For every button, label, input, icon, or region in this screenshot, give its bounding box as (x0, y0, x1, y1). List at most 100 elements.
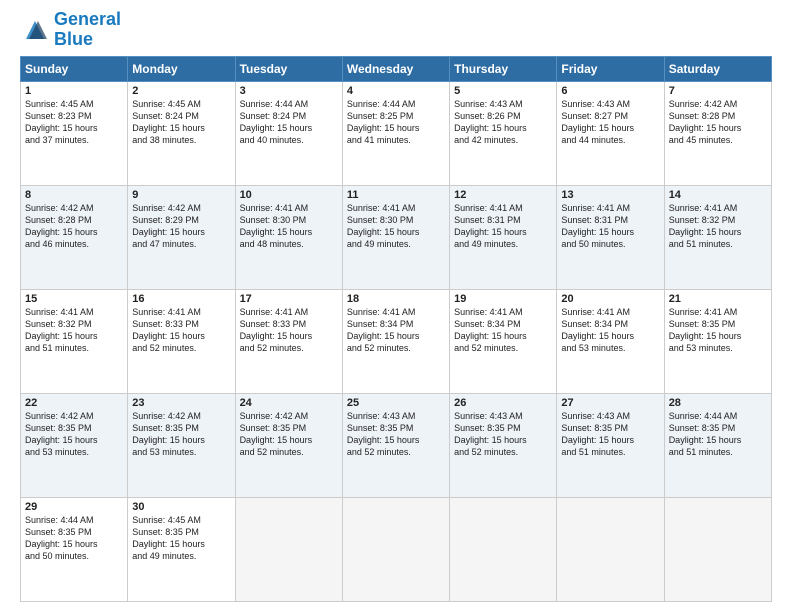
calendar-day-cell: 26Sunrise: 4:43 AM Sunset: 8:35 PM Dayli… (450, 393, 557, 497)
day-number: 1 (25, 85, 123, 97)
day-number: 14 (669, 189, 767, 201)
calendar-week-row: 1Sunrise: 4:45 AM Sunset: 8:23 PM Daylig… (21, 81, 772, 185)
calendar-day-cell (450, 497, 557, 601)
calendar-day-cell: 30Sunrise: 4:45 AM Sunset: 8:35 PM Dayli… (128, 497, 235, 601)
calendar-day-cell: 4Sunrise: 4:44 AM Sunset: 8:25 PM Daylig… (342, 81, 449, 185)
calendar-day-cell: 29Sunrise: 4:44 AM Sunset: 8:35 PM Dayli… (21, 497, 128, 601)
day-number: 6 (561, 85, 659, 97)
calendar-day-cell (342, 497, 449, 601)
day-info: Sunrise: 4:43 AM Sunset: 8:26 PM Dayligh… (454, 98, 552, 147)
day-info: Sunrise: 4:45 AM Sunset: 8:23 PM Dayligh… (25, 98, 123, 147)
day-info: Sunrise: 4:43 AM Sunset: 8:35 PM Dayligh… (347, 410, 445, 459)
day-info: Sunrise: 4:41 AM Sunset: 8:33 PM Dayligh… (132, 306, 230, 355)
calendar-day-header: Sunday (21, 56, 128, 81)
calendar-day-cell: 28Sunrise: 4:44 AM Sunset: 8:35 PM Dayli… (664, 393, 771, 497)
day-info: Sunrise: 4:41 AM Sunset: 8:32 PM Dayligh… (669, 202, 767, 251)
day-info: Sunrise: 4:43 AM Sunset: 8:27 PM Dayligh… (561, 98, 659, 147)
day-number: 22 (25, 397, 123, 409)
day-number: 17 (240, 293, 338, 305)
day-number: 9 (132, 189, 230, 201)
calendar-day-header: Wednesday (342, 56, 449, 81)
calendar-day-cell: 12Sunrise: 4:41 AM Sunset: 8:31 PM Dayli… (450, 185, 557, 289)
calendar-day-cell: 10Sunrise: 4:41 AM Sunset: 8:30 PM Dayli… (235, 185, 342, 289)
day-info: Sunrise: 4:41 AM Sunset: 8:35 PM Dayligh… (669, 306, 767, 355)
day-info: Sunrise: 4:44 AM Sunset: 8:35 PM Dayligh… (25, 514, 123, 563)
day-number: 3 (240, 85, 338, 97)
calendar-day-cell (664, 497, 771, 601)
calendar-day-cell: 9Sunrise: 4:42 AM Sunset: 8:29 PM Daylig… (128, 185, 235, 289)
day-info: Sunrise: 4:44 AM Sunset: 8:24 PM Dayligh… (240, 98, 338, 147)
day-number: 28 (669, 397, 767, 409)
calendar-day-cell: 24Sunrise: 4:42 AM Sunset: 8:35 PM Dayli… (235, 393, 342, 497)
calendar-week-row: 29Sunrise: 4:44 AM Sunset: 8:35 PM Dayli… (21, 497, 772, 601)
day-info: Sunrise: 4:42 AM Sunset: 8:35 PM Dayligh… (25, 410, 123, 459)
day-number: 26 (454, 397, 552, 409)
calendar-day-cell (235, 497, 342, 601)
calendar-day-cell: 13Sunrise: 4:41 AM Sunset: 8:31 PM Dayli… (557, 185, 664, 289)
calendar-day-cell: 23Sunrise: 4:42 AM Sunset: 8:35 PM Dayli… (128, 393, 235, 497)
calendar-day-header: Saturday (664, 56, 771, 81)
calendar-week-row: 22Sunrise: 4:42 AM Sunset: 8:35 PM Dayli… (21, 393, 772, 497)
day-number: 29 (25, 501, 123, 513)
page-header: GeneralBlue (20, 10, 772, 50)
calendar-day-cell: 14Sunrise: 4:41 AM Sunset: 8:32 PM Dayli… (664, 185, 771, 289)
calendar-day-cell: 7Sunrise: 4:42 AM Sunset: 8:28 PM Daylig… (664, 81, 771, 185)
calendar-day-cell: 8Sunrise: 4:42 AM Sunset: 8:28 PM Daylig… (21, 185, 128, 289)
calendar-day-cell: 11Sunrise: 4:41 AM Sunset: 8:30 PM Dayli… (342, 185, 449, 289)
day-number: 2 (132, 85, 230, 97)
calendar-table: SundayMondayTuesdayWednesdayThursdayFrid… (20, 56, 772, 602)
day-info: Sunrise: 4:45 AM Sunset: 8:35 PM Dayligh… (132, 514, 230, 563)
day-info: Sunrise: 4:41 AM Sunset: 8:33 PM Dayligh… (240, 306, 338, 355)
calendar-day-header: Thursday (450, 56, 557, 81)
day-info: Sunrise: 4:41 AM Sunset: 8:31 PM Dayligh… (454, 202, 552, 251)
day-number: 8 (25, 189, 123, 201)
day-info: Sunrise: 4:41 AM Sunset: 8:30 PM Dayligh… (347, 202, 445, 251)
calendar-day-header: Tuesday (235, 56, 342, 81)
day-info: Sunrise: 4:41 AM Sunset: 8:31 PM Dayligh… (561, 202, 659, 251)
day-info: Sunrise: 4:42 AM Sunset: 8:29 PM Dayligh… (132, 202, 230, 251)
day-number: 11 (347, 189, 445, 201)
calendar-day-cell: 15Sunrise: 4:41 AM Sunset: 8:32 PM Dayli… (21, 289, 128, 393)
day-number: 5 (454, 85, 552, 97)
day-info: Sunrise: 4:41 AM Sunset: 8:30 PM Dayligh… (240, 202, 338, 251)
day-number: 4 (347, 85, 445, 97)
day-info: Sunrise: 4:45 AM Sunset: 8:24 PM Dayligh… (132, 98, 230, 147)
day-info: Sunrise: 4:41 AM Sunset: 8:34 PM Dayligh… (454, 306, 552, 355)
calendar-day-cell: 21Sunrise: 4:41 AM Sunset: 8:35 PM Dayli… (664, 289, 771, 393)
day-number: 19 (454, 293, 552, 305)
day-info: Sunrise: 4:41 AM Sunset: 8:32 PM Dayligh… (25, 306, 123, 355)
calendar-day-cell: 2Sunrise: 4:45 AM Sunset: 8:24 PM Daylig… (128, 81, 235, 185)
calendar-day-cell: 1Sunrise: 4:45 AM Sunset: 8:23 PM Daylig… (21, 81, 128, 185)
calendar-day-cell: 6Sunrise: 4:43 AM Sunset: 8:27 PM Daylig… (557, 81, 664, 185)
day-number: 12 (454, 189, 552, 201)
day-info: Sunrise: 4:42 AM Sunset: 8:35 PM Dayligh… (132, 410, 230, 459)
day-number: 21 (669, 293, 767, 305)
calendar-day-cell: 19Sunrise: 4:41 AM Sunset: 8:34 PM Dayli… (450, 289, 557, 393)
calendar-day-cell: 5Sunrise: 4:43 AM Sunset: 8:26 PM Daylig… (450, 81, 557, 185)
day-info: Sunrise: 4:42 AM Sunset: 8:28 PM Dayligh… (669, 98, 767, 147)
day-number: 16 (132, 293, 230, 305)
calendar-header-row: SundayMondayTuesdayWednesdayThursdayFrid… (21, 56, 772, 81)
day-number: 7 (669, 85, 767, 97)
calendar-day-cell: 20Sunrise: 4:41 AM Sunset: 8:34 PM Dayli… (557, 289, 664, 393)
day-number: 15 (25, 293, 123, 305)
day-info: Sunrise: 4:42 AM Sunset: 8:35 PM Dayligh… (240, 410, 338, 459)
day-number: 18 (347, 293, 445, 305)
calendar-day-cell (557, 497, 664, 601)
logo-icon (20, 15, 50, 45)
day-info: Sunrise: 4:44 AM Sunset: 8:25 PM Dayligh… (347, 98, 445, 147)
day-info: Sunrise: 4:41 AM Sunset: 8:34 PM Dayligh… (561, 306, 659, 355)
day-number: 25 (347, 397, 445, 409)
day-number: 20 (561, 293, 659, 305)
calendar-day-cell: 25Sunrise: 4:43 AM Sunset: 8:35 PM Dayli… (342, 393, 449, 497)
day-info: Sunrise: 4:41 AM Sunset: 8:34 PM Dayligh… (347, 306, 445, 355)
day-info: Sunrise: 4:43 AM Sunset: 8:35 PM Dayligh… (561, 410, 659, 459)
calendar-day-header: Friday (557, 56, 664, 81)
day-info: Sunrise: 4:42 AM Sunset: 8:28 PM Dayligh… (25, 202, 123, 251)
logo-text: GeneralBlue (54, 10, 121, 50)
calendar-day-cell: 16Sunrise: 4:41 AM Sunset: 8:33 PM Dayli… (128, 289, 235, 393)
calendar-day-cell: 27Sunrise: 4:43 AM Sunset: 8:35 PM Dayli… (557, 393, 664, 497)
day-number: 30 (132, 501, 230, 513)
day-number: 23 (132, 397, 230, 409)
calendar-week-row: 8Sunrise: 4:42 AM Sunset: 8:28 PM Daylig… (21, 185, 772, 289)
